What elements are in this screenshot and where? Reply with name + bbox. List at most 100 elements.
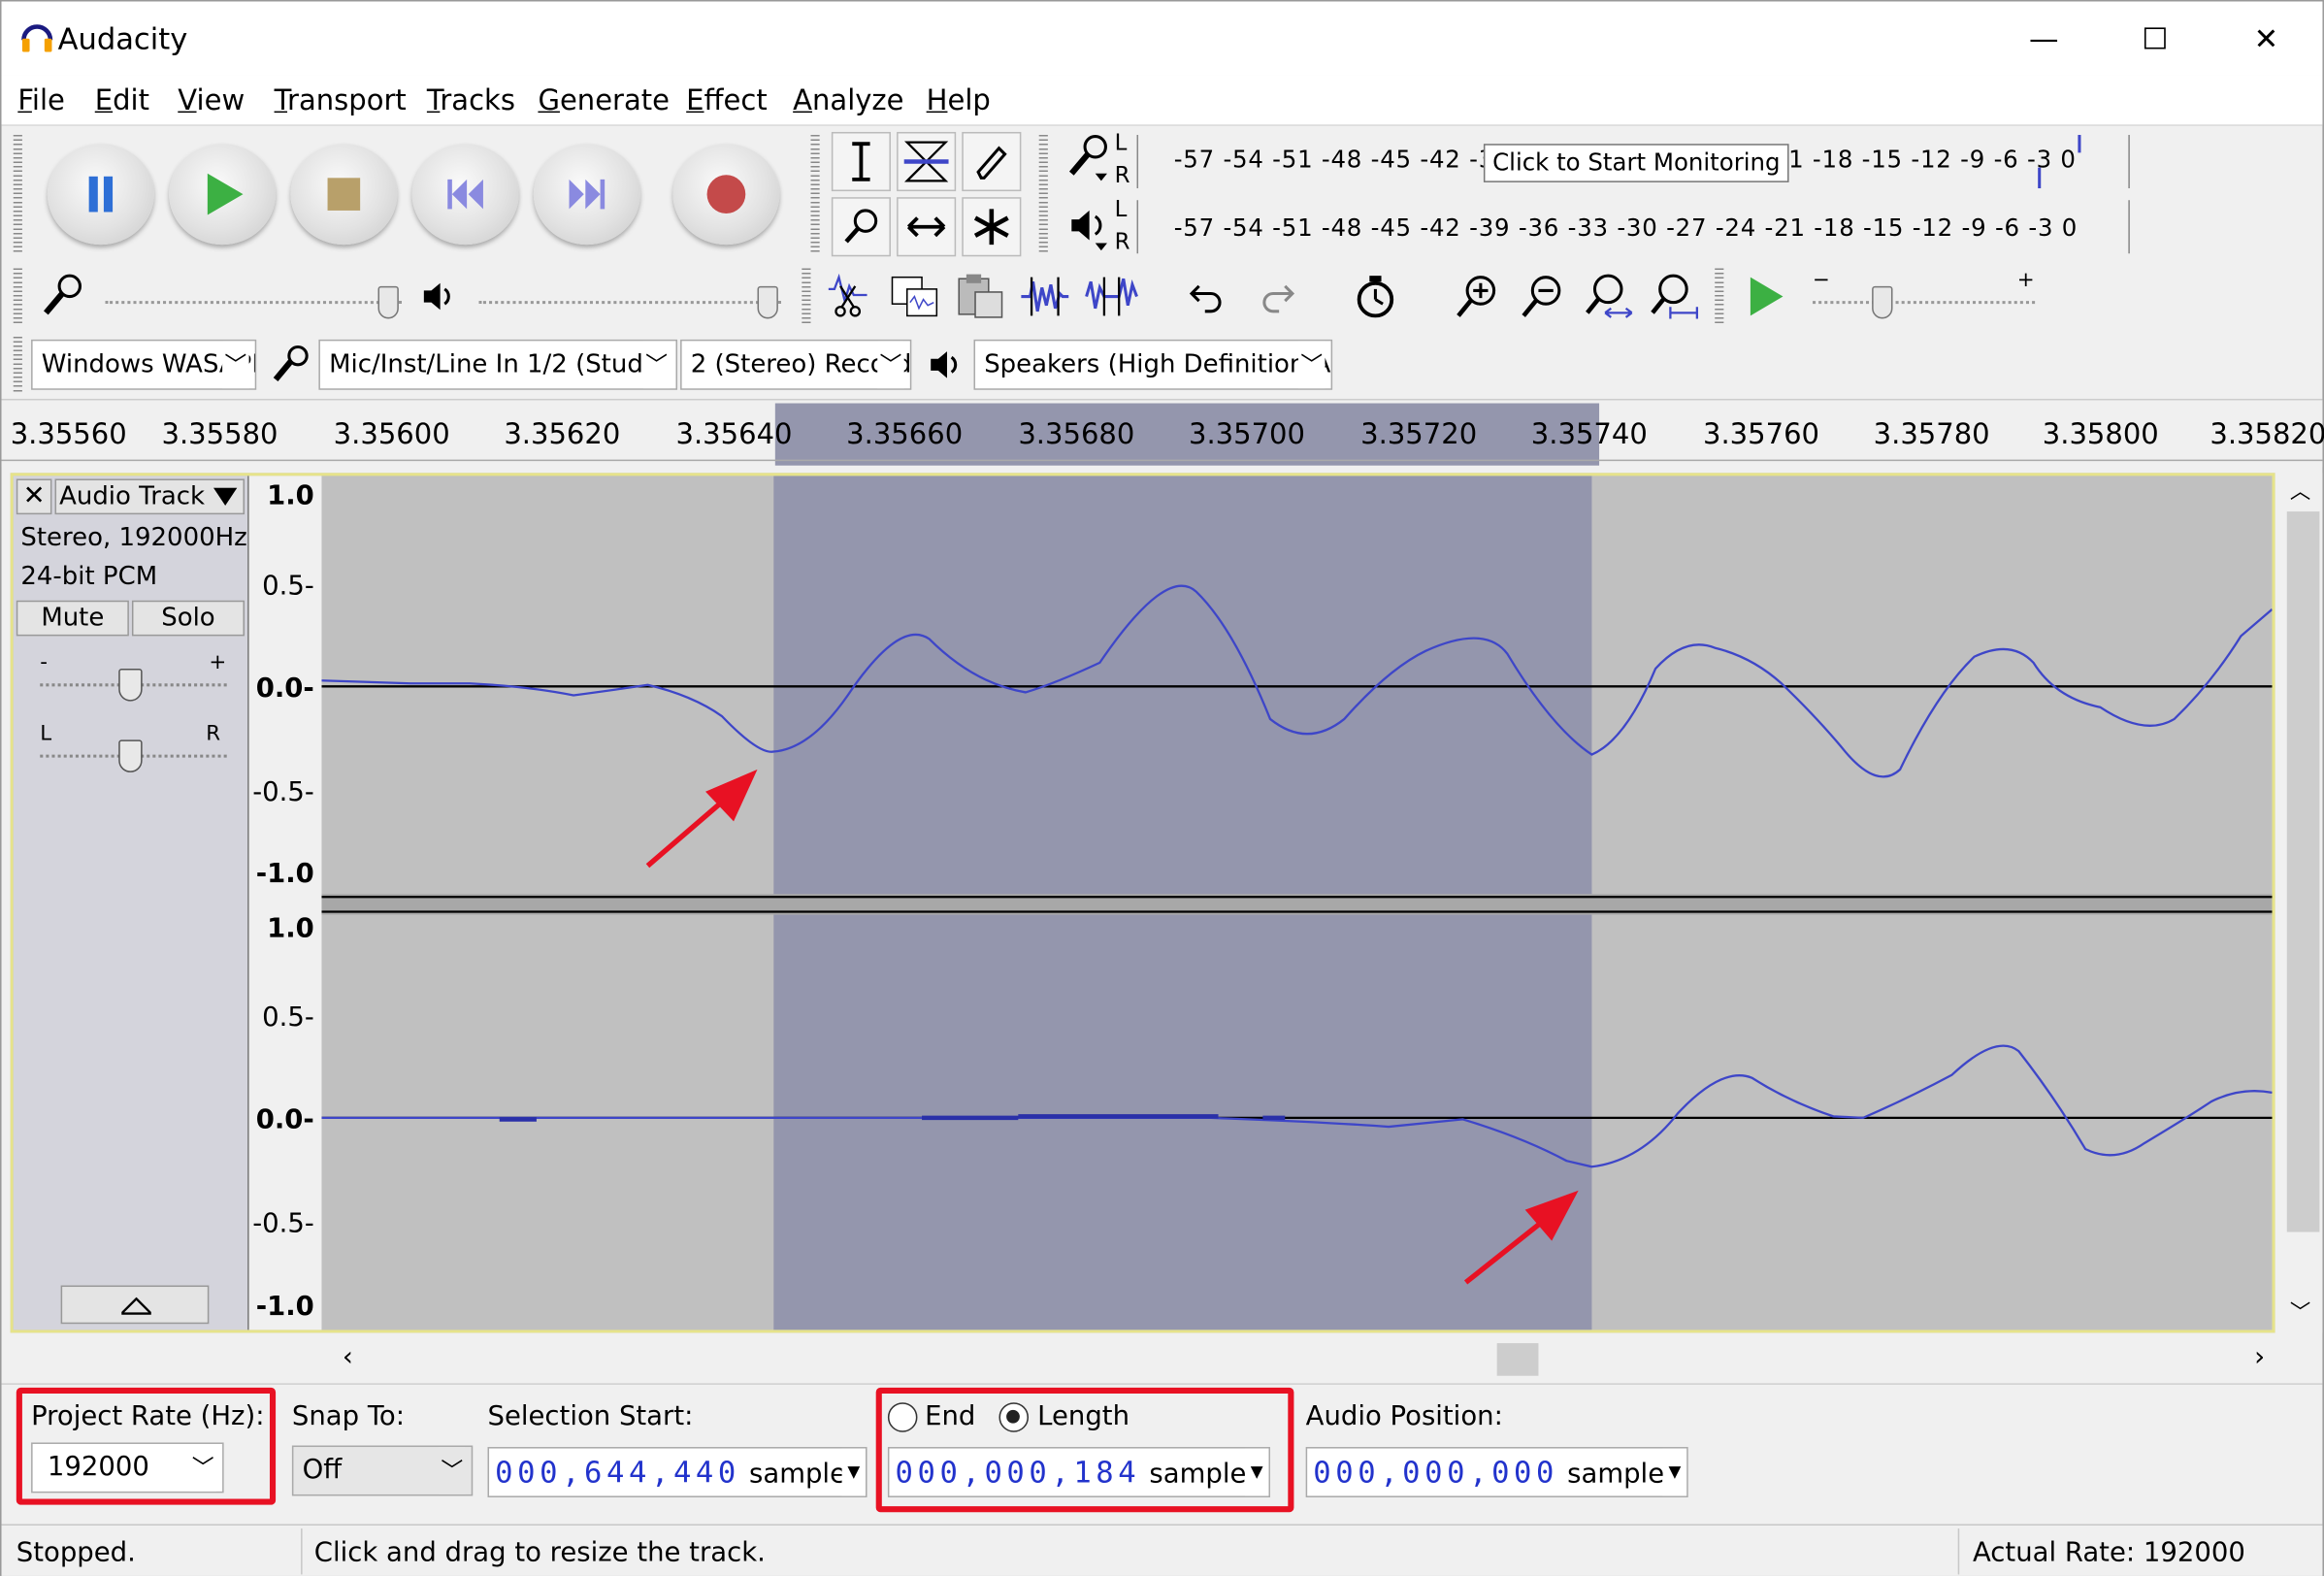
mute-button[interactable]: Mute xyxy=(16,600,129,637)
skip-to-end-button[interactable] xyxy=(533,144,640,246)
meter-r-label: R xyxy=(1114,161,1130,189)
timeline-ruler[interactable]: 3.35560 3.35580 3.35600 3.35620 3.35640 … xyxy=(1,398,2324,468)
gain-minus-label: - xyxy=(40,650,48,675)
scroll-down-icon[interactable]: ﹀ xyxy=(2290,1297,2310,1328)
envelope-tool[interactable] xyxy=(897,131,957,192)
playback-device-dropdown[interactable]: Speakers (High Definition Audio ﹀ xyxy=(973,339,1333,390)
vertical-scroll-thumb[interactable] xyxy=(2286,511,2320,1232)
stop-icon xyxy=(327,178,361,211)
chevron-down-icon: ﹀ xyxy=(222,341,249,389)
menu-tracks[interactable]: Tracks xyxy=(427,84,515,117)
paste-icon[interactable] xyxy=(953,272,1006,330)
zoom-out-icon[interactable] xyxy=(1517,272,1567,330)
copy-icon[interactable] xyxy=(888,272,941,330)
highlight-box-project-rate xyxy=(16,1387,277,1505)
fit-project-icon[interactable] xyxy=(1647,272,1700,330)
pause-button[interactable] xyxy=(47,144,154,246)
playback-meter[interactable]: -57 -54 -51 -48 -45 -42 -39 -36 -33 -30 … xyxy=(1136,200,2130,254)
maximize-button[interactable]: ☐ xyxy=(2121,14,2189,64)
toolbar-grip[interactable] xyxy=(1038,135,1048,254)
menu-transport[interactable]: Transport xyxy=(275,84,407,117)
playback-meter-speaker-icon[interactable] xyxy=(1063,202,1113,263)
slider-thumb[interactable] xyxy=(757,285,778,319)
undo-icon[interactable] xyxy=(1187,278,1228,323)
unit-dropdown-icon[interactable]: ▼ xyxy=(1662,1448,1687,1496)
redo-icon[interactable] xyxy=(1256,278,1297,323)
horizontal-scroll-thumb[interactable] xyxy=(1496,1343,1539,1376)
skip-to-start-button[interactable] xyxy=(411,144,519,246)
mute-label: Mute xyxy=(41,603,105,634)
playback-speed-slider[interactable]: − + xyxy=(1813,269,2036,319)
toolbar-grip[interactable] xyxy=(13,336,22,393)
pan-slider[interactable]: L R xyxy=(40,722,227,775)
toolbar-grip[interactable] xyxy=(13,268,22,325)
toolbar-grip[interactable] xyxy=(1715,268,1724,325)
fit-selection-icon[interactable] xyxy=(1582,272,1635,330)
track-name-menu[interactable]: Audio Track xyxy=(54,478,245,515)
recording-channels-dropdown[interactable]: 2 (Stereo) Recording ﹀ xyxy=(680,339,912,390)
menu-generate[interactable]: Generate xyxy=(538,84,670,117)
slider-thumb[interactable] xyxy=(118,668,143,702)
y-axis-label: 0.5- xyxy=(262,1001,314,1034)
menu-analyze[interactable]: Analyze xyxy=(793,84,903,117)
gain-slider[interactable]: - + xyxy=(40,650,227,705)
menu-edit[interactable]: Edit xyxy=(95,84,149,117)
slider-thumb[interactable] xyxy=(118,739,143,772)
trim-audio-icon[interactable] xyxy=(1018,272,1071,330)
scroll-right-icon[interactable]: › xyxy=(2254,1342,2265,1373)
playback-volume-slider[interactable] xyxy=(478,283,781,319)
track-format-info: Stereo, 192000Hz xyxy=(20,523,247,553)
snap-to-dropdown[interactable]: Off ﹀ xyxy=(291,1445,474,1496)
toolbar-grip[interactable] xyxy=(810,135,820,254)
play-at-speed-icon[interactable] xyxy=(1745,275,1786,326)
scroll-up-icon[interactable]: ︿ xyxy=(2290,476,2310,506)
waveform-display[interactable] xyxy=(321,476,2273,1330)
audio-track[interactable]: ✕ Audio Track Stereo, 192000Hz 24-bit PC… xyxy=(10,473,2323,1333)
slider-thumb[interactable] xyxy=(1872,285,1893,319)
collapse-track-button[interactable] xyxy=(60,1285,210,1325)
skip-end-icon xyxy=(569,179,606,210)
menu-help[interactable]: Help xyxy=(927,84,991,117)
audio-position-field[interactable]: 000,000,000 samples ▼ xyxy=(1305,1447,1688,1497)
selection-start-field[interactable]: 000,644,440 samples ▼ xyxy=(487,1447,867,1497)
record-meter-mic-icon[interactable] xyxy=(1063,132,1113,193)
meter-r-label: R xyxy=(1114,228,1130,255)
toolbar-grip[interactable] xyxy=(802,268,811,325)
cut-icon[interactable] xyxy=(823,272,873,330)
recording-device-dropdown[interactable]: Mic/Inst/Line In 1/2 (Studio ﹀ xyxy=(318,339,678,390)
multi-tool[interactable] xyxy=(962,197,1022,257)
track-close-button[interactable]: ✕ xyxy=(16,478,52,515)
play-button[interactable] xyxy=(169,144,277,246)
slider-thumb[interactable] xyxy=(377,285,399,319)
unit-dropdown-icon[interactable]: ▼ xyxy=(841,1448,867,1496)
record-button[interactable] xyxy=(672,144,780,246)
audio-position-value: 000,000,000 xyxy=(1313,1454,1558,1491)
recording-volume-slider[interactable] xyxy=(105,283,402,319)
scroll-left-icon[interactable]: ‹ xyxy=(343,1342,353,1373)
horizontal-scrollbar[interactable]: ‹ › xyxy=(333,1338,2284,1381)
menu-effect[interactable]: Effect xyxy=(686,84,768,117)
status-hint: Click and drag to resize the track. xyxy=(313,1537,766,1569)
solo-label: Solo xyxy=(161,603,215,634)
solo-button[interactable]: Solo xyxy=(131,600,245,637)
ruler-tick-label: 3.35820 xyxy=(2209,417,2324,451)
close-button[interactable]: ✕ xyxy=(2232,14,2300,64)
selection-tool[interactable] xyxy=(831,131,891,192)
time-shift-tool[interactable] xyxy=(897,197,957,257)
silence-audio-icon[interactable] xyxy=(1084,272,1140,330)
minimize-button[interactable]: — xyxy=(2010,14,2078,64)
zoom-in-icon[interactable] xyxy=(1451,272,1501,330)
menu-file[interactable]: File xyxy=(17,84,65,117)
stop-button[interactable] xyxy=(290,144,398,246)
toolbar-grip[interactable] xyxy=(13,135,22,254)
sync-lock-timer-icon[interactable] xyxy=(1350,272,1400,330)
vertical-scrollbar[interactable]: ︿ ﹀ xyxy=(2280,473,2323,1333)
audio-host-dropdown[interactable]: Windows WASAPI ﹀ xyxy=(31,339,257,390)
zoom-tool[interactable] xyxy=(831,197,891,257)
draw-tool[interactable] xyxy=(962,131,1022,192)
pencil-icon xyxy=(976,146,1007,180)
menu-view[interactable]: View xyxy=(178,84,245,117)
ruler-tick-label: 3.35600 xyxy=(333,417,450,451)
snap-to-value: Off xyxy=(302,1454,343,1486)
track-control-panel[interactable]: ✕ Audio Track Stereo, 192000Hz 24-bit PC… xyxy=(13,476,248,1330)
